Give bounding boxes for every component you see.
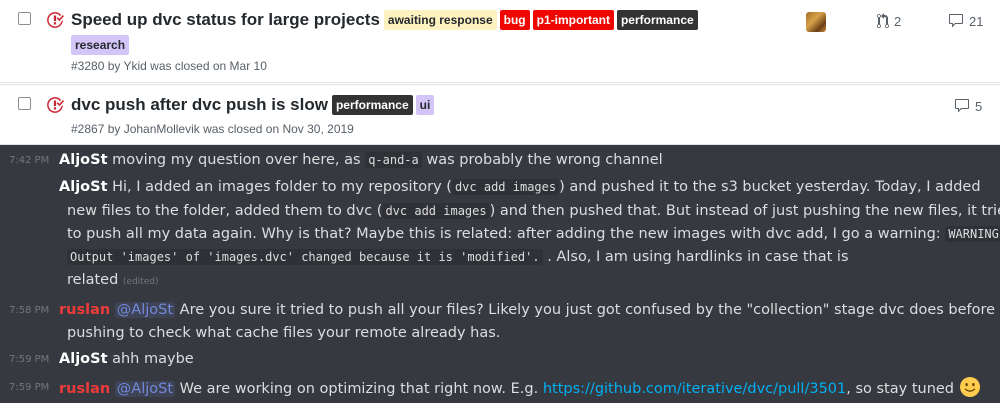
label-research[interactable]: research	[71, 35, 130, 55]
comment-count-value: 21	[969, 13, 984, 29]
user-mention[interactable]: @AljoSt	[114, 381, 176, 397]
message-text: Hi, I added an images folder to my repos…	[112, 179, 452, 195]
label-awaiting-response[interactable]: awaiting response	[383, 10, 497, 30]
message-text: was probably the wrong channel	[426, 152, 663, 168]
inline-code: dvc add images	[382, 203, 490, 219]
slightly-smiling-face-icon	[959, 377, 980, 397]
author-name[interactable]: AljoSt	[59, 179, 108, 195]
message-text: , so stay tuned	[846, 381, 955, 397]
user-mention[interactable]: @AljoSt	[114, 302, 176, 318]
linked-pr-count[interactable]: 2	[877, 13, 901, 29]
issue-title-link[interactable]: Speed up dvc status for large projects	[71, 10, 380, 30]
issue-checkbox[interactable]	[18, 97, 31, 110]
comment-count[interactable]: 5	[954, 98, 982, 114]
message-text: related	[67, 272, 119, 288]
inline-code: Output 'images' of 'images.dvc' changed …	[67, 249, 543, 265]
message-timestamp: 7:59 PM	[9, 354, 50, 365]
label-performance[interactable]: performance	[616, 10, 698, 30]
label-p1-important[interactable]: p1-important	[532, 10, 614, 30]
pull-request-link[interactable]: https://github.com/iterative/dvc/pull/35…	[543, 381, 846, 397]
message-text: ) and pushed it to the s3 bucket yesterd…	[559, 179, 981, 195]
issue-row: Speed up dvc status for large projects a…	[0, 0, 1000, 83]
label-ui[interactable]: ui	[415, 95, 435, 115]
issue-row: dvc push after dvc push is slow performa…	[0, 84, 1000, 145]
comment-icon	[949, 14, 963, 28]
message-text: new files to the folder, added them to d…	[67, 203, 383, 219]
author-name[interactable]: AljoSt	[59, 152, 108, 168]
issue-meta: #2867 by JohanMollevik was closed on Nov…	[71, 122, 354, 136]
author-name[interactable]: ruslan	[59, 302, 110, 318]
message-timestamp: 7:42 PM	[9, 155, 50, 166]
issue-title-link[interactable]: dvc push after dvc push is slow	[71, 95, 328, 115]
message-text: to push all my data again. Why is that? …	[67, 226, 941, 242]
comment-icon	[955, 99, 969, 113]
message-text: ) and then pushed that. But instead of j…	[489, 203, 1000, 219]
issue-closed-icon	[47, 97, 64, 113]
issue-meta: #3280 by Ykid was closed on Mar 10	[71, 59, 267, 73]
edited-marker: (edited)	[122, 277, 159, 287]
message-text: Are you sure it tried to push all your f…	[179, 302, 996, 318]
inline-code: dvc add images	[451, 179, 560, 195]
message-text: ahh maybe	[112, 351, 194, 367]
message-text: . Also, I am using hardlinks in case tha…	[547, 249, 849, 265]
inline-code: WARNING:	[945, 226, 1000, 242]
label-performance[interactable]: performance	[331, 95, 413, 115]
message-timestamp: 7:58 PM	[9, 305, 50, 316]
author-name[interactable]: ruslan	[59, 381, 110, 397]
linked-pr-count-value: 2	[894, 13, 902, 29]
pull-request-icon	[877, 13, 889, 29]
message-text: moving my question over here, as	[112, 152, 361, 168]
issue-list: Speed up dvc status for large projects a…	[0, 0, 1000, 145]
assignee-avatar[interactable]	[806, 12, 826, 32]
inline-code: q-and-a	[365, 152, 422, 168]
message-text: pushing to check what cache files your r…	[67, 325, 501, 341]
comment-count-value: 5	[975, 98, 983, 114]
message-text: We are working on optimizing that right …	[179, 381, 539, 397]
comment-count[interactable]: 21	[948, 13, 983, 29]
message-timestamp: 7:59 PM	[9, 382, 50, 393]
chat-panel: 7:42 PM AljoSt moving my question over h…	[0, 145, 1000, 403]
issue-closed-icon	[47, 12, 64, 28]
label-bug[interactable]: bug	[499, 10, 530, 30]
author-name[interactable]: AljoSt	[59, 351, 108, 367]
issue-checkbox[interactable]	[18, 12, 31, 25]
